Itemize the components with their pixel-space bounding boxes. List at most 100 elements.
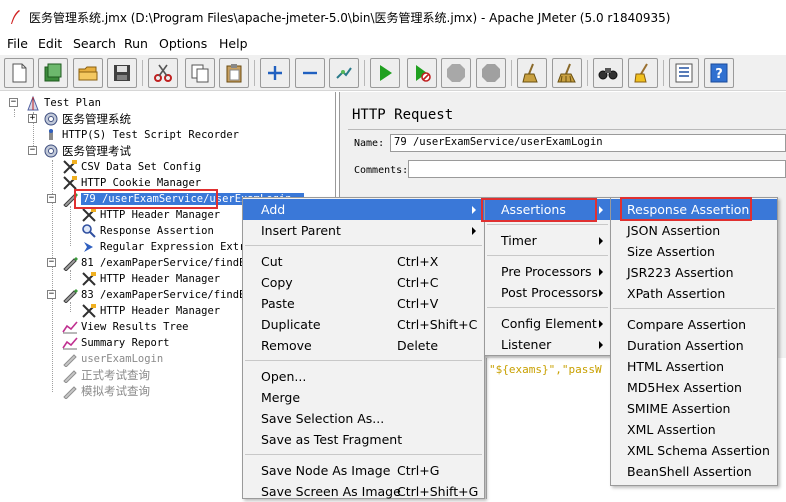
save-icon[interactable] (107, 58, 137, 88)
add-submenu: Assertions Timer Pre Processors Post Pro… (484, 197, 611, 356)
pen-icon (63, 370, 77, 383)
tree-node-regex-extractor[interactable]: Regular Expression Extr (81, 239, 245, 255)
menu-item-config-element[interactable]: Config Element (485, 313, 610, 334)
tree-node-csv-config[interactable]: CSV Data Set Config (62, 159, 201, 175)
tree-node-header-manager[interactable]: HTTP Header Manager (81, 303, 220, 319)
submenu-arrow-icon (599, 340, 603, 349)
context-menu: Add Insert Parent Cut Ctrl+X Copy Ctrl+C… (242, 197, 485, 499)
clear-icon[interactable] (517, 58, 547, 88)
start-icon[interactable] (370, 58, 400, 88)
search-icon[interactable] (593, 58, 623, 88)
tree-node-disabled-sampler[interactable]: userExamLogin (62, 351, 163, 367)
menu-file[interactable]: File (7, 36, 28, 51)
tree-node-recorder[interactable]: HTTP(S) Test Script Recorder (43, 127, 239, 143)
tree-node-sampler-81[interactable]: 81 /examPaperService/findE (62, 255, 245, 271)
menu-item-insert-parent[interactable]: Insert Parent (243, 220, 484, 241)
menu-item-add[interactable]: Add (243, 199, 484, 220)
function-helper-icon[interactable] (669, 58, 699, 88)
menu-item-cut[interactable]: Cut Ctrl+X (243, 251, 484, 272)
menu-item-xpath-assertion[interactable]: XPath Assertion (611, 283, 777, 304)
menu-run[interactable]: Run (124, 36, 148, 51)
submenu-arrow-icon (599, 267, 603, 276)
menu-item-save-selection[interactable]: Save Selection As... (243, 408, 484, 429)
tree-node-view-results-tree[interactable]: View Results Tree (62, 319, 188, 335)
menu-item-xml-schema-assertion[interactable]: XML Schema Assertion (611, 440, 777, 461)
comments-field[interactable] (408, 160, 786, 178)
tree-expand-toggle[interactable]: + (28, 114, 37, 123)
tree-node-cookie-manager[interactable]: HTTP Cookie Manager (62, 175, 201, 191)
menu-item-xml-assertion[interactable]: XML Assertion (611, 419, 777, 440)
menu-search[interactable]: Search (73, 36, 116, 51)
collapse-icon[interactable] (295, 58, 325, 88)
paste-icon[interactable] (219, 58, 249, 88)
copy-icon[interactable] (185, 58, 215, 88)
tree-collapse-toggle[interactable]: − (47, 290, 56, 299)
menu-item-beanshell-assertion[interactable]: BeanShell Assertion (611, 461, 777, 482)
menu-item-json-assertion[interactable]: JSON Assertion (611, 220, 777, 241)
graph-icon (62, 337, 78, 350)
assertions-submenu: Response Assertion JSON Assertion Size A… (610, 197, 778, 486)
tree-node-disabled-sampler[interactable]: 正式考试查询 (62, 367, 150, 383)
submenu-arrow-icon (599, 236, 603, 245)
tree-node-summary-report[interactable]: Summary Report (62, 335, 170, 351)
pen-icon (63, 354, 77, 367)
menu-item-compare-assertion[interactable]: Compare Assertion (611, 314, 777, 335)
menu-item-size-assertion[interactable]: Size Assertion (611, 241, 777, 262)
menu-item-remove[interactable]: Remove Delete (243, 335, 484, 356)
shutdown-icon[interactable] (476, 58, 506, 88)
tree-node-test-plan[interactable]: Test Plan (25, 95, 101, 111)
menu-options[interactable]: Options (159, 36, 207, 51)
menu-item-duration-assertion[interactable]: Duration Assertion (611, 335, 777, 356)
menu-item-listener[interactable]: Listener (485, 334, 610, 355)
menu-help[interactable]: Help (219, 36, 248, 51)
menu-edit[interactable]: Edit (38, 36, 62, 51)
tree-node-thread-group-exam[interactable]: 医务管理考试 (43, 143, 131, 159)
tree-node-disabled-sampler[interactable]: 模拟考试查询 (62, 383, 150, 399)
new-icon[interactable] (4, 58, 34, 88)
menu-item-response-assertion[interactable]: Response Assertion (611, 199, 777, 220)
tree-node-thread-group[interactable]: 医务管理系统 (43, 111, 131, 127)
submenu-arrow-icon (472, 226, 476, 235)
expand-icon[interactable] (260, 58, 290, 88)
pen-icon (63, 257, 78, 271)
panel-title: HTTP Request (352, 107, 454, 123)
menu-item-md5hex-assertion[interactable]: MD5Hex Assertion (611, 377, 777, 398)
tree-node-header-manager[interactable]: HTTP Header Manager (81, 271, 220, 287)
templates-icon[interactable] (38, 58, 68, 88)
menu-item-save-node-image[interactable]: Save Node As Image Ctrl+G (243, 460, 484, 481)
menu-item-merge[interactable]: Merge (243, 387, 484, 408)
help-icon[interactable]: ? (704, 58, 734, 88)
menu-item-duplicate[interactable]: Duplicate Ctrl+Shift+C (243, 314, 484, 335)
tree-node-sampler-83[interactable]: 83 /examPaperService/findE (62, 287, 245, 303)
menu-item-paste[interactable]: Paste Ctrl+V (243, 293, 484, 314)
wrench-icon (82, 304, 96, 318)
menu-item-timer[interactable]: Timer (485, 230, 610, 251)
clear-all-icon[interactable] (552, 58, 582, 88)
tree-node-response-assertion[interactable]: Response Assertion (81, 223, 214, 239)
gear-icon (44, 144, 58, 158)
menu-item-copy[interactable]: Copy Ctrl+C (243, 272, 484, 293)
menu-item-html-assertion[interactable]: HTML Assertion (611, 356, 777, 377)
tree-collapse-toggle[interactable]: − (9, 98, 18, 107)
toggle-icon[interactable] (329, 58, 359, 88)
name-field[interactable]: 79 /userExamService/userExamLogin (390, 134, 786, 152)
menu-item-assertions[interactable]: Assertions (485, 199, 610, 220)
wrench-icon (82, 272, 96, 286)
menu-item-pre-processors[interactable]: Pre Processors (485, 261, 610, 282)
stop-icon[interactable] (441, 58, 471, 88)
start-no-pause-icon[interactable] (407, 58, 437, 88)
menu-item-post-processors[interactable]: Post Processors (485, 282, 610, 303)
tree-collapse-toggle[interactable]: − (47, 194, 56, 203)
menu-item-smime-assertion[interactable]: SMIME Assertion (611, 398, 777, 419)
cut-icon[interactable] (148, 58, 178, 88)
menu-item-open[interactable]: Open... (243, 366, 484, 387)
menu-item-jsr223-assertion[interactable]: JSR223 Assertion (611, 262, 777, 283)
body-data-text: "${exams}","passW (489, 363, 602, 376)
submenu-arrow-icon (599, 319, 603, 328)
tree-collapse-toggle[interactable]: − (47, 258, 56, 267)
menu-item-save-test-fragment[interactable]: Save as Test Fragment (243, 429, 484, 450)
reset-search-icon[interactable] (628, 58, 658, 88)
open-icon[interactable] (73, 58, 103, 88)
tree-collapse-toggle[interactable]: − (28, 146, 37, 155)
tree-node-header-manager[interactable]: HTTP Header Manager (81, 207, 220, 223)
